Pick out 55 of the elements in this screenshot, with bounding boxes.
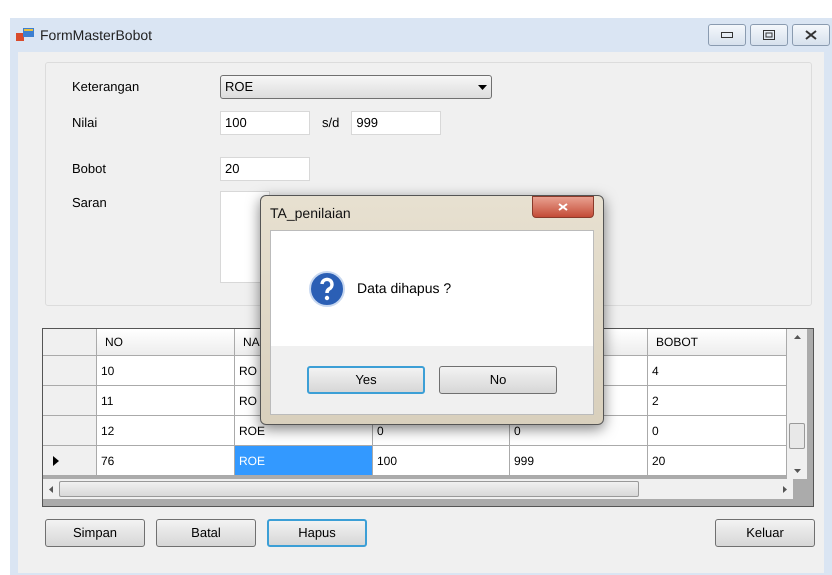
table-cell: 4: [648, 356, 787, 386]
vertical-scrollbar[interactable]: [787, 329, 807, 479]
row-header[interactable]: [43, 386, 97, 416]
table-cell: 11: [97, 386, 235, 416]
text-field[interactable]: 100: [220, 111, 310, 135]
row-header[interactable]: [43, 446, 97, 476]
button[interactable]: Keluar: [715, 519, 815, 547]
horizontal-scrollbar[interactable]: [43, 479, 793, 499]
scroll-right-icon: [783, 486, 787, 492]
row-header[interactable]: [43, 356, 97, 386]
button[interactable]: Hapus: [267, 519, 367, 547]
row-header[interactable]: [43, 416, 97, 446]
table-cell: ROE: [235, 446, 373, 476]
maximize-button[interactable]: [750, 24, 788, 46]
scroll-thumb[interactable]: [789, 423, 805, 449]
app-icon: [16, 28, 34, 42]
field-label: Saran: [72, 194, 108, 212]
scroll-thumb[interactable]: [59, 481, 639, 497]
dialog-title: TA_penilaian: [270, 204, 351, 223]
table-cell: 12: [97, 416, 235, 446]
button[interactable]: Batal: [156, 519, 256, 547]
button[interactable]: Yes: [307, 366, 425, 394]
table-cell: 10: [97, 356, 235, 386]
table-cell: 20: [648, 446, 787, 476]
close-button[interactable]: [792, 24, 830, 46]
scroll-up-icon: [794, 335, 800, 339]
text-field[interactable]: 20: [220, 157, 310, 181]
minimize-icon: [721, 32, 733, 38]
question-icon: [309, 270, 345, 306]
field-label: Nilai: [72, 114, 98, 132]
table-cell: 0: [648, 416, 787, 446]
minimize-button[interactable]: [708, 24, 746, 46]
button[interactable]: Simpan: [45, 519, 145, 547]
window-title: FormMasterBobot: [40, 26, 152, 44]
text-field[interactable]: 999: [351, 111, 442, 135]
close-button[interactable]: [532, 196, 594, 218]
scroll-down-icon: [794, 469, 800, 473]
field-label: Keterangan: [72, 78, 140, 96]
dropdown[interactable]: ROE: [220, 75, 492, 99]
maximize-icon: [763, 30, 775, 40]
button[interactable]: No: [439, 366, 557, 394]
current-row-icon: [53, 456, 59, 466]
column-header[interactable]: NO: [97, 329, 235, 356]
scroll-left-icon: [49, 486, 53, 492]
caret-icon: [478, 84, 487, 90]
close-icon: [805, 30, 817, 40]
table-cell: 100: [373, 446, 510, 476]
dialog-message: Data dihapus ?: [357, 279, 452, 298]
table-cell: 76: [97, 446, 235, 476]
table-cell: 2: [648, 386, 787, 416]
column-header[interactable]: BOBOT: [648, 329, 787, 356]
field-label: Bobot: [72, 160, 107, 178]
table-cell: 999: [510, 446, 648, 476]
range-separator: s/d: [322, 114, 340, 132]
close-icon: [558, 203, 568, 211]
